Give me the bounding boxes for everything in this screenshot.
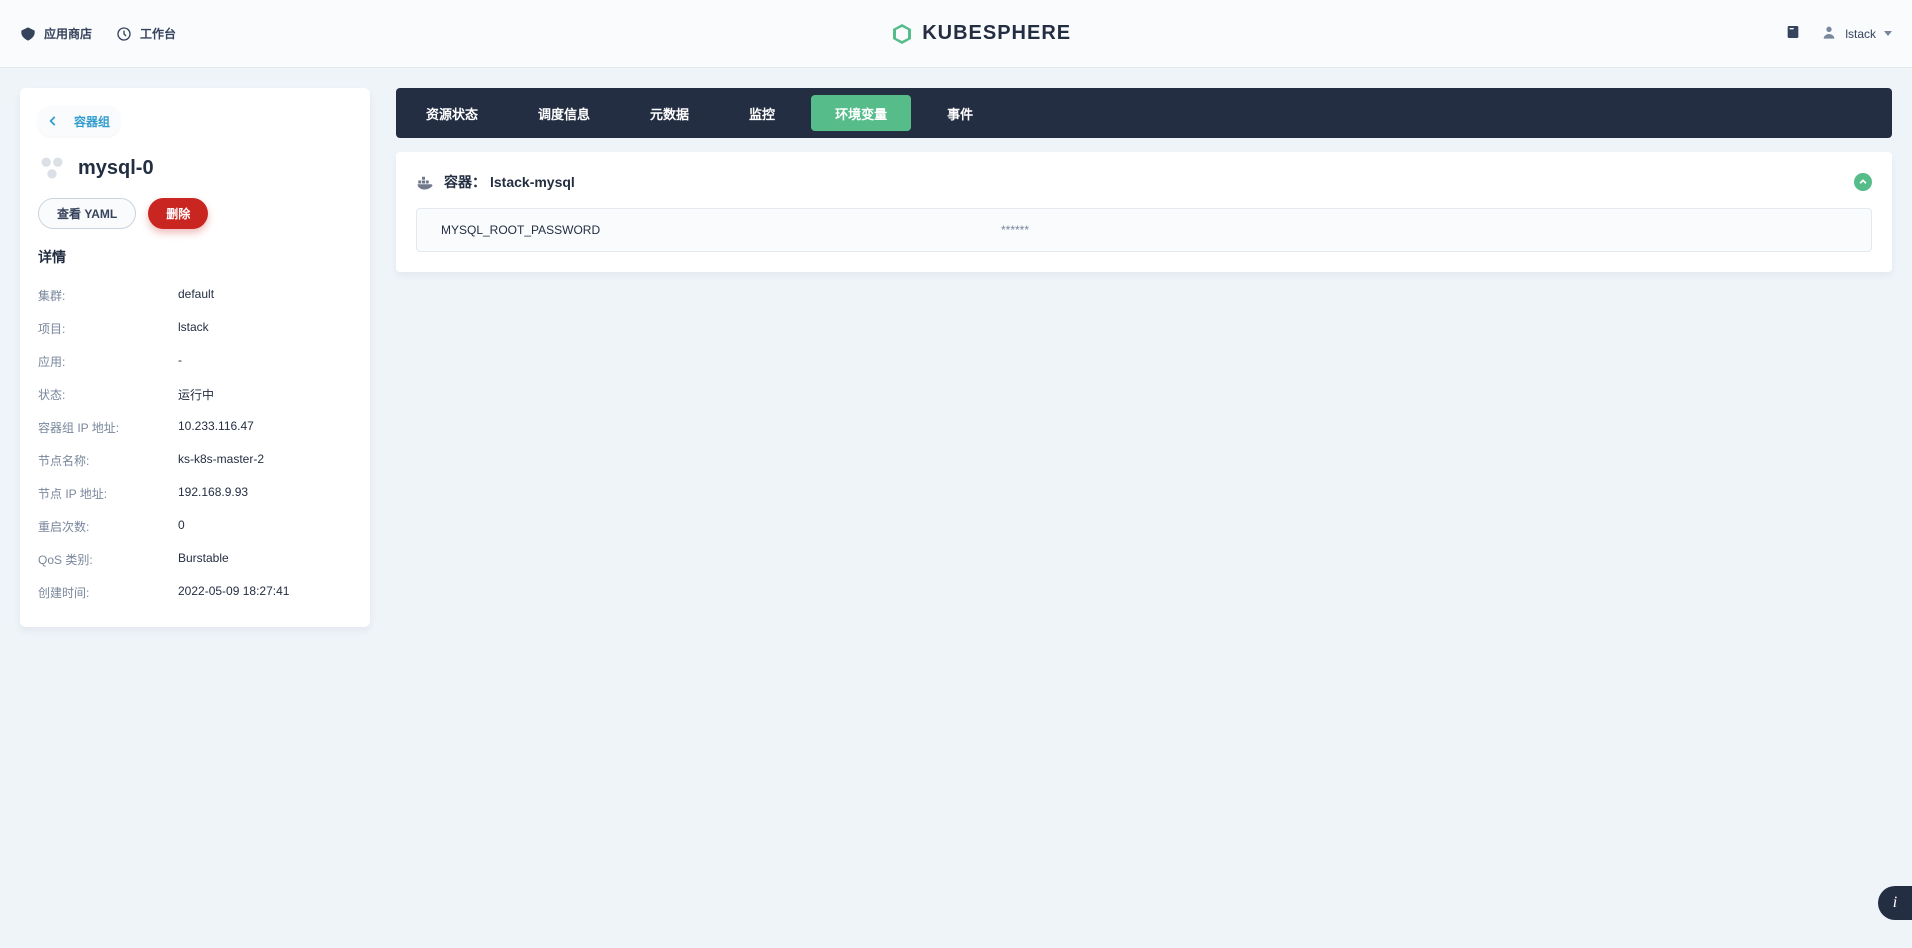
detail-label: 容器组 IP 地址: — [38, 419, 178, 436]
nav-workbench[interactable]: 工作台 — [116, 25, 176, 42]
detail-value: 0 — [178, 518, 185, 535]
detail-row: 集群:default — [38, 279, 352, 312]
brand-logo-icon — [890, 22, 914, 46]
details-table: 集群:default 项目:lstack 应用:- 状态:运行中 容器组 IP … — [38, 279, 352, 609]
container-icon — [416, 173, 434, 191]
detail-row: 节点名称:ks-k8s-master-2 — [38, 444, 352, 477]
side-panel: 容器组 mysql-0 查看 YAML 删除 详情 集群:default 项目:… — [20, 88, 370, 627]
detail-value: 192.168.9.93 — [178, 485, 248, 502]
detail-row: QoS 类别:Burstable — [38, 543, 352, 576]
detail-label: 集群: — [38, 287, 178, 304]
doc-icon[interactable] — [1785, 24, 1801, 43]
detail-value: - — [178, 353, 182, 370]
detail-row: 节点 IP 地址:192.168.9.93 — [38, 477, 352, 510]
user-menu[interactable]: lstack — [1821, 24, 1892, 43]
main-area: 资源状态 调度信息 元数据 监控 环境变量 事件 容器： lstack-mysq… — [396, 88, 1892, 627]
detail-value: lstack — [178, 320, 209, 337]
detail-value: ks-k8s-master-2 — [178, 452, 264, 469]
container-label-prefix: 容器： — [444, 172, 486, 192]
env-key: MYSQL_ROOT_PASSWORD — [441, 223, 1001, 237]
user-avatar-icon — [1821, 24, 1837, 43]
page-body: 容器组 mysql-0 查看 YAML 删除 详情 集群:default 项目:… — [0, 68, 1912, 647]
back-arrow-icon — [42, 110, 64, 132]
view-yaml-button[interactable]: 查看 YAML — [38, 198, 136, 229]
detail-label: 项目: — [38, 320, 178, 337]
action-buttons: 查看 YAML 删除 — [38, 198, 352, 229]
pod-icon — [38, 154, 66, 182]
detail-label: QoS 类别: — [38, 551, 178, 568]
help-icon: i — [1893, 894, 1897, 912]
detail-label: 节点 IP 地址: — [38, 485, 178, 502]
details-heading: 详情 — [38, 247, 352, 267]
tab-scheduling[interactable]: 调度信息 — [508, 88, 620, 138]
back-link-label: 容器组 — [74, 113, 110, 130]
tab-metadata[interactable]: 元数据 — [620, 88, 719, 138]
env-value: ****** — [1001, 223, 1029, 237]
page-title: mysql-0 — [78, 157, 154, 180]
tab-monitoring[interactable]: 监控 — [719, 88, 805, 138]
detail-label: 节点名称: — [38, 452, 178, 469]
top-bar: 应用商店 工作台 KUBESPHERE lstack — [0, 0, 1912, 68]
detail-label: 创建时间: — [38, 584, 178, 601]
topbar-left: 应用商店 工作台 — [20, 25, 176, 42]
detail-value: 10.233.116.47 — [178, 419, 254, 436]
detail-row: 容器组 IP 地址:10.233.116.47 — [38, 411, 352, 444]
topbar-center: KUBESPHERE — [176, 22, 1785, 46]
brand-text: KUBESPHERE — [922, 22, 1071, 45]
detail-value: 运行中 — [178, 386, 214, 403]
chevron-down-icon — [1884, 31, 1892, 36]
nav-app-store-label: 应用商店 — [44, 25, 92, 42]
title-row: mysql-0 — [38, 154, 352, 182]
env-card: 容器： lstack-mysql MYSQL_ROOT_PASSWORD ***… — [396, 152, 1892, 272]
detail-row: 应用:- — [38, 345, 352, 378]
container-name: lstack-mysql — [490, 174, 575, 190]
help-float-button[interactable]: i — [1878, 886, 1912, 920]
collapse-toggle[interactable] — [1854, 173, 1872, 191]
back-link[interactable]: 容器组 — [38, 106, 120, 136]
detail-row: 状态:运行中 — [38, 378, 352, 411]
detail-row: 项目:lstack — [38, 312, 352, 345]
nav-app-store[interactable]: 应用商店 — [20, 25, 92, 42]
nav-workbench-label: 工作台 — [140, 25, 176, 42]
delete-button[interactable]: 删除 — [148, 198, 208, 229]
detail-value: default — [178, 287, 214, 304]
topbar-right: lstack — [1785, 24, 1892, 43]
tab-resource-status[interactable]: 资源状态 — [396, 88, 508, 138]
tab-env-vars[interactable]: 环境变量 — [811, 95, 911, 131]
detail-label: 重启次数: — [38, 518, 178, 535]
app-store-icon — [20, 26, 36, 42]
username-label: lstack — [1845, 27, 1876, 41]
detail-row: 重启次数:0 — [38, 510, 352, 543]
detail-row: 创建时间:2022-05-09 18:27:41 — [38, 576, 352, 609]
detail-value: Burstable — [178, 551, 229, 568]
workbench-icon — [116, 26, 132, 42]
detail-value: 2022-05-09 18:27:41 — [178, 584, 289, 601]
container-header: 容器： lstack-mysql — [416, 172, 1872, 192]
detail-label: 状态: — [38, 386, 178, 403]
tab-events[interactable]: 事件 — [917, 88, 1003, 138]
tabs: 资源状态 调度信息 元数据 监控 环境变量 事件 — [396, 88, 1892, 138]
env-row: MYSQL_ROOT_PASSWORD ****** — [416, 208, 1872, 252]
detail-label: 应用: — [38, 353, 178, 370]
brand[interactable]: KUBESPHERE — [890, 22, 1071, 46]
